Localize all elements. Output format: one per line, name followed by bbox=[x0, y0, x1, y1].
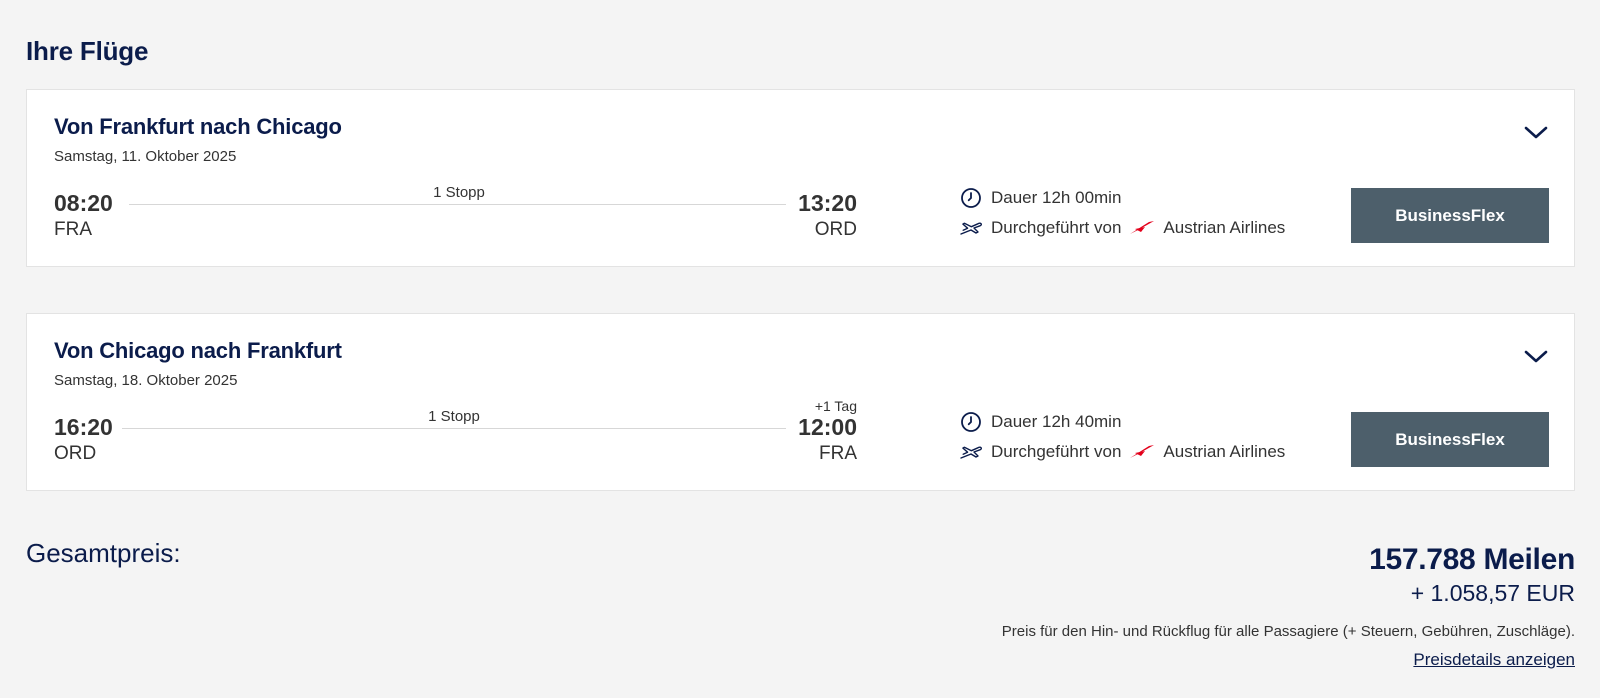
fare-class-button[interactable]: Business Flex bbox=[1351, 188, 1549, 243]
flight-card-outbound[interactable]: Von Frankfurt nach Chicago Samstag, 11. … bbox=[26, 89, 1575, 267]
fare-class-line-2: Flex bbox=[1470, 430, 1505, 449]
operated-by-label: Durchgeführt von bbox=[991, 218, 1122, 237]
clock-icon bbox=[959, 186, 983, 210]
arrival-day-offset: +1 Tag bbox=[814, 398, 857, 414]
route-date-return: Samstag, 18. Oktober 2025 bbox=[54, 372, 238, 389]
duration-text: Dauer 12h 40min bbox=[991, 412, 1122, 431]
chevron-down-icon[interactable] bbox=[1522, 122, 1550, 142]
duration-text: Dauer 12h 00min bbox=[991, 188, 1122, 207]
plane-icon bbox=[959, 216, 983, 240]
stops-label: 1 Stopp bbox=[428, 408, 480, 425]
flight-card-return[interactable]: Von Chicago nach Frankfurt Samstag, 18. … bbox=[26, 313, 1575, 491]
departure-time: 08:20 bbox=[54, 190, 113, 216]
arrival-airport: ORD bbox=[814, 219, 857, 240]
operated-by-row: Durchgeführt von Austrian Airlines bbox=[959, 216, 1285, 240]
arrival-time: 13:20 bbox=[798, 190, 857, 216]
departure-airport: ORD bbox=[54, 443, 97, 464]
page-title: Ihre Flüge bbox=[26, 36, 149, 66]
austrian-airlines-logo bbox=[1129, 220, 1155, 236]
austrian-airlines-logo bbox=[1129, 444, 1155, 460]
price-details-link[interactable]: Preisdetails anzeigen bbox=[1413, 650, 1575, 670]
airline-name: Austrian Airlines bbox=[1163, 218, 1286, 237]
fare-class-button[interactable]: Business Flex bbox=[1351, 412, 1549, 467]
chevron-down-icon[interactable] bbox=[1522, 346, 1550, 366]
total-price-label: Gesamtpreis: bbox=[26, 538, 181, 568]
plane-icon bbox=[959, 440, 983, 464]
arrival-time: 12:00 bbox=[798, 414, 857, 440]
clock-icon bbox=[959, 410, 983, 434]
stops-label: 1 Stopp bbox=[433, 184, 485, 201]
total-miles: 157.788 Meilen bbox=[1369, 543, 1575, 576]
departure-time: 16:20 bbox=[54, 414, 113, 440]
price-note: Preis für den Hin- und Rückflug für alle… bbox=[1001, 623, 1575, 640]
route-title-outbound: Von Frankfurt nach Chicago bbox=[54, 114, 342, 139]
fare-class-line-2: Flex bbox=[1470, 206, 1505, 225]
airline-name: Austrian Airlines bbox=[1163, 442, 1286, 461]
duration-row: Dauer 12h 00min bbox=[959, 186, 1121, 210]
route-title-return: Von Chicago nach Frankfurt bbox=[54, 338, 342, 363]
route-date-outbound: Samstag, 11. Oktober 2025 bbox=[54, 148, 237, 165]
route-line bbox=[129, 204, 786, 205]
arrival-airport: FRA bbox=[819, 443, 857, 464]
flight-summary-page: Ihre Flüge Von Frankfurt nach Chicago Sa… bbox=[26, 0, 1575, 698]
total-money: + 1.058,57 EUR bbox=[1410, 580, 1575, 606]
duration-row: Dauer 12h 40min bbox=[959, 410, 1121, 434]
fare-class-line-1: Business bbox=[1395, 206, 1471, 225]
departure-airport: FRA bbox=[54, 219, 92, 240]
operated-by-row: Durchgeführt von Austrian Airlines bbox=[959, 440, 1285, 464]
route-line bbox=[122, 428, 786, 429]
fare-class-line-1: Business bbox=[1395, 430, 1471, 449]
operated-by-label: Durchgeführt von bbox=[991, 442, 1122, 461]
